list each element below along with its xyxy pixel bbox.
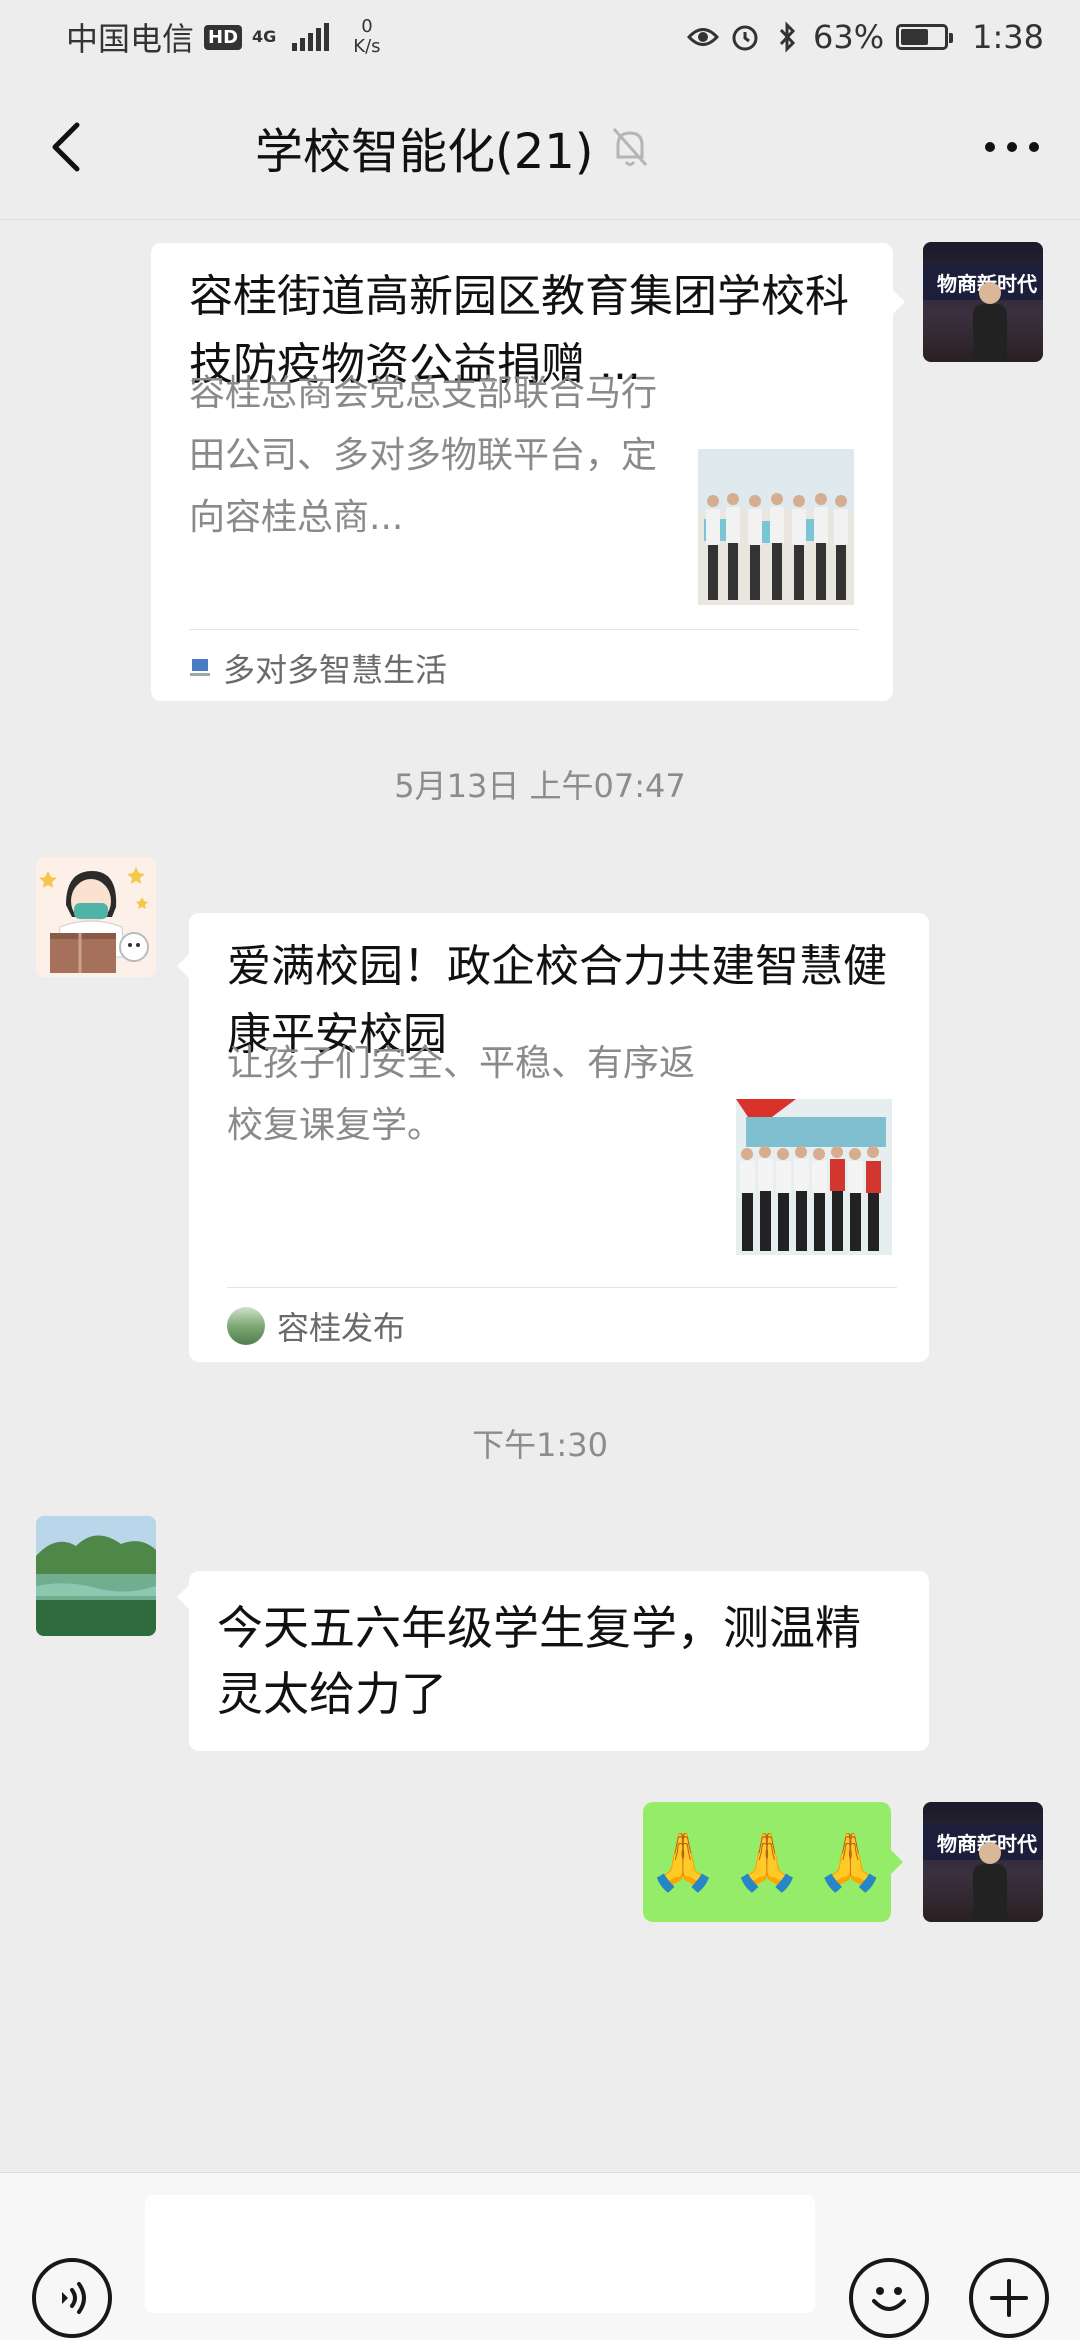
praying-hands-icon: 🙏 — [732, 1830, 802, 1895]
chat-title: 学校智能化(21) — [255, 124, 594, 180]
eye-icon — [687, 21, 720, 53]
bubble-tail — [893, 290, 905, 314]
timestamp: 下午1:30 — [472, 1426, 608, 1464]
sender-avatar[interactable] — [36, 857, 156, 977]
praying-hands-icon: 🙏 — [648, 1830, 719, 1895]
link-card-description: 容桂总商会党总支部联合马行田公司、多对多物联平台，定向容桂总商... — [189, 373, 658, 538]
link-card-source-name: 多对多智慧生活 — [223, 651, 448, 689]
link-card-source: 容桂发布 — [227, 1301, 405, 1351]
emoji-icon — [872, 2287, 906, 2311]
status-bar: 中国电信 HD 4G 0 K/s 63% 1:38 — [0, 0, 1080, 74]
chat-title-group: 学校智能化(21) — [255, 112, 650, 182]
link-card-source: 多对多智慧生活 — [189, 643, 447, 693]
link-card-description: 让孩子们安全、平稳、有序返校复课复学。 — [227, 1043, 696, 1146]
clock: 1:38 — [972, 18, 1044, 56]
battery-icon — [896, 24, 954, 50]
praying-hands-icon: 🙏 — [815, 1830, 886, 1895]
more-button[interactable] — [980, 122, 1044, 172]
back-button[interactable] — [36, 114, 96, 180]
link-card[interactable]: 爱满校园！政企校合力共建智慧健康平安校园 让孩子们安全、平稳、有序返校复课复学。… — [189, 913, 929, 1362]
sender-avatar[interactable] — [36, 1516, 156, 1636]
status-right: 63% 1:38 — [687, 18, 1044, 56]
self-avatar[interactable]: 物商新时代 — [923, 242, 1043, 362]
link-card-thumbnail — [698, 449, 854, 605]
bubble-tail — [177, 954, 189, 978]
link-card-divider — [189, 629, 859, 630]
hd-badge: HD — [204, 24, 243, 50]
bubble-tail — [177, 1585, 189, 1609]
alarm-icon — [729, 21, 761, 53]
plus-icon — [990, 2279, 1028, 2317]
emoji-button[interactable] — [849, 2258, 929, 2338]
carrier-label: 中国电信 — [66, 20, 195, 58]
link-card[interactable]: 容桂街道高新园区教育集团学校科技防疫物资公益捐赠 ... 容桂总商会党总支部联合… — [151, 243, 893, 701]
message-list[interactable]: 物商新时代 容桂街道高新园区教育集团学校科技防疫物资公益捐赠 ... 容桂总商会… — [0, 221, 1080, 2171]
avatar-person — [973, 282, 1007, 362]
chevron-left-icon — [52, 122, 80, 172]
speed-unit: K/s — [353, 36, 381, 57]
app-logo-icon — [189, 657, 211, 679]
bluetooth-icon — [771, 21, 803, 53]
bubble-tail — [891, 1850, 903, 1874]
voice-icon — [62, 2282, 86, 2314]
link-card-divider — [227, 1287, 897, 1288]
self-avatar[interactable]: 物商新时代 — [923, 1802, 1043, 1922]
message-bubble[interactable]: 今天五六年级学生复学，测温精灵太给力了 — [189, 1571, 929, 1751]
signal-icon — [292, 23, 330, 51]
input-bar — [0, 2172, 1080, 2340]
self-message-bubble[interactable]: 🙏 🙏 🙏 — [643, 1802, 891, 1922]
chat-header: 学校智能化(21) — [0, 74, 1080, 220]
link-card-thumbnail — [736, 1099, 892, 1255]
publisher-logo-icon — [227, 1307, 265, 1345]
voice-button[interactable] — [32, 2258, 112, 2338]
message-input[interactable] — [145, 2195, 815, 2313]
battery-percent: 63% — [813, 18, 885, 56]
network-type: 4G — [252, 27, 277, 46]
status-left: 中国电信 HD 4G 0 K/s — [66, 14, 381, 60]
more-dots-icon — [985, 142, 1039, 152]
timestamp: 5月13日 上午07:47 — [394, 767, 686, 805]
network-speed: 0 K/s — [353, 17, 380, 57]
link-card-source-name: 容桂发布 — [277, 1309, 406, 1347]
speed-value: 0 — [361, 16, 373, 37]
avatar-person — [973, 1842, 1007, 1922]
plus-button[interactable] — [969, 2258, 1049, 2338]
bell-off-icon — [612, 128, 647, 166]
